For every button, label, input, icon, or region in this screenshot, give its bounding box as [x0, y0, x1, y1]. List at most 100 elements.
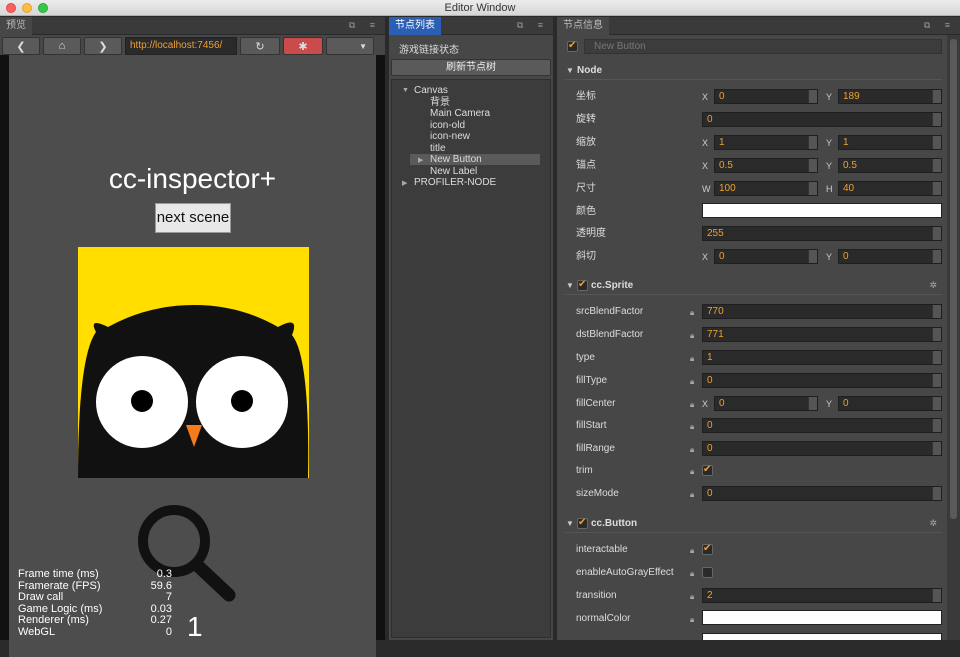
- url-input[interactable]: http://localhost:7456/: [125, 37, 237, 55]
- scale-x-input[interactable]: 1: [714, 135, 818, 150]
- counter-label: 1: [187, 611, 203, 643]
- node-info-header: 节点信息 ⧉ ≡: [557, 17, 960, 35]
- tree-node[interactable]: title: [430, 143, 446, 154]
- fill-range-input[interactable]: 0: [702, 441, 942, 456]
- prop-label: enableAutoGrayEffect: [576, 566, 674, 580]
- stat-value: 7: [166, 592, 172, 604]
- tree-node[interactable]: icon-new: [430, 131, 470, 142]
- scrollbar[interactable]: [947, 35, 960, 640]
- axis-label: W: [702, 182, 711, 196]
- position-x-input[interactable]: 0: [714, 89, 818, 104]
- anchor-x-input[interactable]: 0.5: [714, 158, 818, 173]
- back-button[interactable]: ❮: [2, 37, 40, 55]
- tree-node[interactable]: Main Camera: [430, 108, 490, 119]
- next-scene-button[interactable]: next scene: [155, 203, 231, 233]
- stat-label: Renderer (ms): [18, 615, 89, 627]
- tab-preview[interactable]: 预览: [0, 17, 32, 35]
- panel-menu-icon[interactable]: ⧉ ≡: [349, 20, 381, 31]
- position-y-input[interactable]: 189: [838, 89, 942, 104]
- device-select[interactable]: ▼: [326, 37, 374, 55]
- size-h-input[interactable]: 40: [838, 181, 942, 196]
- node-name-row: New Button: [565, 39, 942, 55]
- forward-button[interactable]: ❯: [84, 37, 122, 55]
- axis-label: H: [826, 182, 833, 196]
- gear-icon[interactable]: ✲: [929, 518, 937, 529]
- reload-button[interactable]: ↻: [240, 37, 280, 55]
- prop-label: interactable: [576, 543, 628, 557]
- tree-node[interactable]: 背景: [430, 97, 450, 108]
- dst-blend-input[interactable]: 771: [702, 327, 942, 342]
- scrollbar-thumb[interactable]: [950, 39, 957, 519]
- axis-label: X: [702, 90, 708, 104]
- tree-node[interactable]: icon-old: [430, 120, 465, 131]
- stat-row: Frame time (ms)0.3: [18, 569, 172, 581]
- size-mode-input[interactable]: 0: [702, 486, 942, 501]
- gear-icon[interactable]: ✲: [929, 280, 937, 291]
- home-button[interactable]: ⌂: [43, 37, 81, 55]
- fill-center-x-input[interactable]: 0: [714, 396, 818, 411]
- axis-label: Y: [826, 250, 832, 264]
- stat-label: Frame time (ms): [18, 569, 99, 581]
- game-canvas[interactable]: cc-inspector+ next scene Frame time (ms)…: [9, 55, 376, 657]
- opacity-input[interactable]: 255: [702, 226, 942, 241]
- next-color-picker[interactable]: [702, 633, 942, 640]
- node-active-checkbox[interactable]: [567, 41, 578, 52]
- stat-value: 0.27: [151, 615, 172, 627]
- tree-node[interactable]: PROFILER-NODE: [414, 177, 496, 188]
- debug-button[interactable]: ✱: [283, 37, 323, 55]
- collapse-arrow-icon[interactable]: ▶: [402, 179, 407, 187]
- skew-label: 斜切: [576, 250, 596, 264]
- collapse-arrow-icon[interactable]: ▶: [418, 156, 423, 164]
- button-section-header[interactable]: ▼ cc.Button ✲: [565, 517, 942, 533]
- src-blend-input[interactable]: 770: [702, 304, 942, 319]
- collapse-icon: ▼: [566, 519, 574, 528]
- node-name-input[interactable]: New Button: [584, 39, 942, 54]
- prop-label: transition: [576, 589, 617, 603]
- back-icon: ❮: [16, 40, 25, 53]
- tree-node[interactable]: New Label: [430, 166, 477, 177]
- node-section-header[interactable]: ▼ Node: [565, 64, 942, 80]
- type-input[interactable]: 1: [702, 350, 942, 365]
- stage-border-right: [376, 55, 385, 640]
- fill-type-input[interactable]: 0: [702, 373, 942, 388]
- fill-start-input[interactable]: 0: [702, 418, 942, 433]
- fill-center-y-input[interactable]: 0: [838, 396, 942, 411]
- tree-node[interactable]: Canvas: [414, 85, 448, 96]
- node-list-header: 节点列表 ⧉ ≡: [389, 17, 553, 35]
- section-title: cc.Button: [591, 518, 637, 529]
- lock-icon: 🔒︎: [690, 615, 694, 625]
- color-picker[interactable]: [702, 203, 942, 218]
- refresh-tree-button[interactable]: 刷新节点树: [391, 59, 551, 76]
- tab-node-info[interactable]: 节点信息: [557, 17, 609, 35]
- panel-menu-icon[interactable]: ⧉ ≡: [924, 20, 956, 31]
- axis-label: X: [702, 397, 708, 411]
- auto-gray-checkbox[interactable]: [702, 567, 713, 578]
- window-title: Editor Window: [0, 2, 960, 14]
- normal-color-picker[interactable]: [702, 610, 942, 625]
- lock-icon: 🔒︎: [690, 354, 694, 364]
- size-label: 尺寸: [576, 182, 596, 196]
- skew-x-input[interactable]: 0: [714, 249, 818, 264]
- anchor-y-input[interactable]: 0.5: [838, 158, 942, 173]
- forward-icon: ❯: [98, 40, 107, 53]
- color-label: 颜色: [576, 205, 596, 219]
- expand-arrow-icon[interactable]: ▼: [402, 87, 409, 94]
- tab-node-list[interactable]: 节点列表: [389, 17, 441, 35]
- button-enabled-checkbox[interactable]: [577, 518, 588, 529]
- lock-icon: 🔒︎: [690, 400, 694, 410]
- stat-label: WebGL: [18, 627, 55, 639]
- panel-menu-icon[interactable]: ⧉ ≡: [517, 20, 549, 31]
- sprite-section-header[interactable]: ▼ cc.Sprite ✲: [565, 279, 942, 295]
- collapse-icon: ▼: [566, 66, 574, 75]
- prop-label: normalColor: [576, 612, 630, 626]
- rotation-input[interactable]: 0: [702, 112, 942, 127]
- scale-y-input[interactable]: 1: [838, 135, 942, 150]
- interactable-checkbox[interactable]: [702, 544, 713, 555]
- skew-y-input[interactable]: 0: [838, 249, 942, 264]
- sprite-enabled-checkbox[interactable]: [577, 280, 588, 291]
- section-title: cc.Sprite: [591, 280, 633, 291]
- tree-node[interactable]: New Button: [410, 154, 540, 165]
- trim-checkbox[interactable]: [702, 465, 713, 476]
- size-w-input[interactable]: 100: [714, 181, 818, 196]
- transition-input[interactable]: 2: [702, 588, 942, 603]
